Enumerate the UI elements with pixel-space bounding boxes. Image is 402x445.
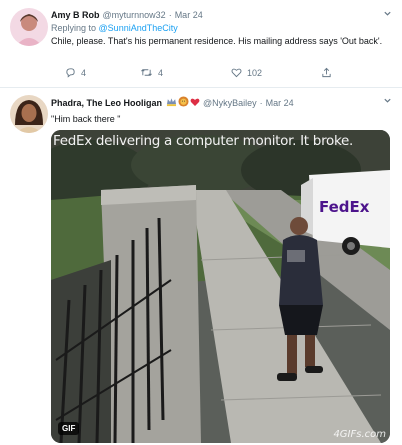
author-handle[interactable]: @myturnnow32: [103, 9, 166, 21]
separator-dot: ·: [168, 10, 172, 20]
gif-caption: FedEx delivering a computer monitor. It …: [53, 133, 354, 149]
tweet-date[interactable]: Mar 24: [266, 97, 294, 109]
tweet-text: "Him back there ": [51, 114, 121, 124]
tweet-actions: 4 4 102: [51, 67, 351, 81]
like-button[interactable]: 102: [231, 67, 262, 78]
chevron-down-icon[interactable]: [383, 96, 392, 107]
replying-to-link[interactable]: @SunniAndTheCity: [99, 23, 178, 33]
author-name[interactable]: Amy B Rob: [51, 9, 100, 21]
crown-emoji-icon: [166, 97, 177, 110]
replying-to: Replying to @SunniAndTheCity: [51, 22, 392, 34]
gif-watermark: 4GIFs.com: [333, 429, 386, 440]
chevron-down-icon[interactable]: [383, 9, 392, 20]
tweet-text: Chile, please. That's his permanent resi…: [51, 36, 383, 46]
lion-emoji-icon: [178, 96, 189, 110]
tweet[interactable]: Phadra, The Leo Hooligan @NykyBailey · M…: [0, 88, 402, 445]
share-icon: [321, 67, 332, 78]
avatar[interactable]: [10, 8, 48, 46]
red-heart-emoji-icon: [190, 97, 200, 110]
author-handle[interactable]: @NykyBailey: [203, 97, 257, 109]
replying-to-label: Replying to: [51, 23, 97, 33]
truck-logo: FedEx: [319, 198, 370, 216]
gif-frame-illustration: FedEx: [51, 130, 390, 443]
avatar[interactable]: [10, 95, 48, 133]
reply-button[interactable]: 4: [65, 67, 86, 78]
reply-count: 4: [81, 67, 87, 78]
retweet-button[interactable]: 4: [140, 67, 163, 78]
gif-media[interactable]: FedEx FedEx delivering a computer monito…: [51, 130, 390, 443]
name-emojis: [166, 96, 200, 110]
like-count: 102: [247, 67, 263, 78]
reply-icon: [65, 67, 76, 78]
gif-badge: GIF: [58, 422, 80, 435]
separator-dot: ·: [259, 98, 263, 108]
retweet-icon: [140, 67, 153, 78]
author-name[interactable]: Phadra, The Leo Hooligan: [51, 97, 162, 109]
heart-icon: [231, 67, 242, 78]
share-button[interactable]: [321, 67, 332, 78]
retweet-count: 4: [158, 67, 164, 78]
tweet[interactable]: Amy B Rob @myturnnow32 · Mar 24 Replying…: [0, 0, 402, 88]
tweet-date[interactable]: Mar 24: [175, 9, 203, 21]
